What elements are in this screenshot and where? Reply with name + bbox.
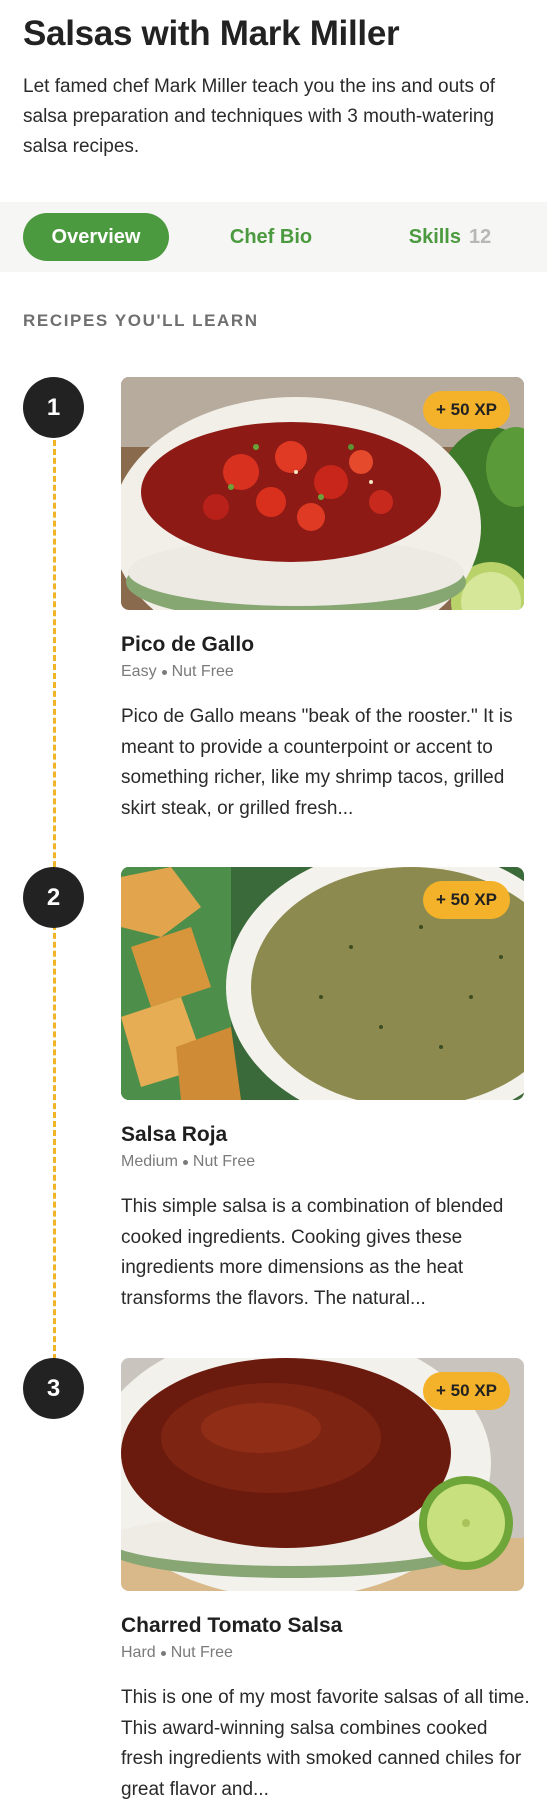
tab-overview-label: Overview — [51, 225, 141, 248]
recipe-description: Pico de Gallo means "beak of the rooster… — [121, 706, 513, 819]
separator-dot — [161, 669, 167, 675]
page-title: Salsas with Mark Miller — [23, 14, 400, 53]
step-number: 1 — [23, 377, 84, 438]
course-description: Let famed chef Mark Miller teach you the… — [23, 76, 496, 157]
recipe-description: This is one of my most favorite salsas o… — [121, 1687, 530, 1800]
tab-skills-label: Skills — [408, 225, 461, 248]
xp-badge: + 50 XP — [423, 391, 510, 429]
separator-dot — [182, 1159, 188, 1165]
recipe-title[interactable]: Pico de Gallo — [121, 633, 254, 657]
tab-chef-bio[interactable]: Chef Bio — [215, 213, 327, 261]
difficulty-label: Easy — [121, 663, 157, 680]
header: Salsas with Mark Miller Let famed chef M… — [0, 0, 547, 162]
tab-overview[interactable]: Overview — [23, 213, 169, 261]
tab-skills[interactable]: Skills 12 — [395, 213, 505, 261]
step-number: 3 — [23, 1358, 84, 1419]
xp-badge: + 50 XP — [423, 881, 510, 919]
tab-chef-bio-label: Chef Bio — [229, 225, 313, 248]
recipe-meta: Easy Nut Free — [121, 663, 234, 681]
diet-label: Nut Free — [170, 1644, 233, 1661]
step-number: 2 — [23, 867, 84, 928]
recipe-title[interactable]: Salsa Roja — [121, 1123, 227, 1147]
recipe-title[interactable]: Charred Tomato Salsa — [121, 1614, 342, 1638]
separator-dot — [160, 1650, 166, 1656]
diet-label: Nut Free — [192, 1153, 256, 1170]
section-heading: RECIPES YOU'LL LEARN — [23, 311, 259, 330]
tab-bar: Overview Chef Bio Skills 12 — [0, 202, 547, 272]
difficulty-label: Hard — [121, 1644, 156, 1661]
recipe-meta: Hard Nut Free — [121, 1644, 233, 1662]
tab-skills-count: 12 — [469, 225, 492, 248]
difficulty-label: Medium — [121, 1153, 178, 1170]
diet-label: Nut Free — [171, 663, 234, 680]
xp-badge: + 50 XP — [423, 1372, 510, 1410]
recipe-meta: Medium Nut Free — [121, 1153, 255, 1171]
recipe-image-salsa-roja[interactable]: + 50 XP — [121, 867, 524, 1100]
recipe-image-charred-tomato-salsa[interactable]: + 50 XP — [121, 1358, 524, 1591]
recipe-image-pico-de-gallo[interactable]: + 50 XP — [121, 377, 524, 610]
recipe-description: This simple salsa is a combination of bl… — [121, 1196, 504, 1309]
